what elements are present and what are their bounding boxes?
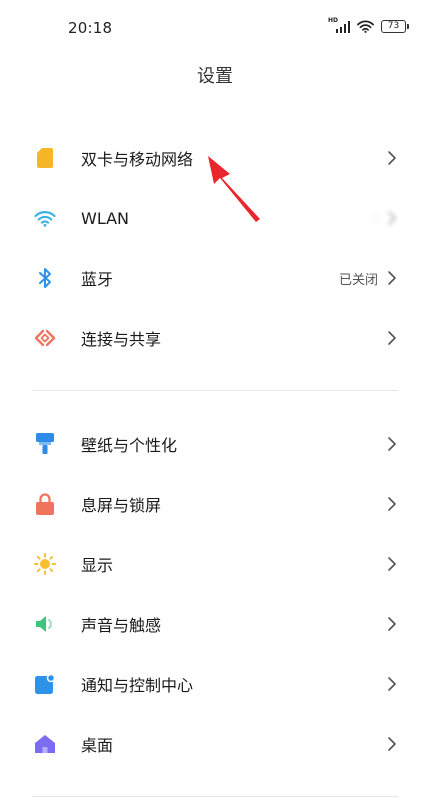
status-icons: HD 73 [328, 17, 409, 33]
lock-icon [34, 493, 56, 515]
settings-item-wallpaper[interactable]: 壁纸与个性化 [0, 414, 430, 474]
settings-item-label: 连接与共享 [81, 330, 162, 349]
wlan-network-name: · [373, 210, 378, 226]
settings-group-connectivity: 双卡与移动网络 WLAN · 蓝牙 已关闭 连接与共享 [0, 128, 430, 368]
speaker-icon [34, 613, 56, 635]
settings-item-wlan[interactable]: WLAN · [0, 188, 430, 248]
wifi-icon [34, 207, 56, 229]
settings-item-label: 声音与触感 [81, 616, 162, 635]
settings-item-label: WLAN [81, 208, 130, 228]
page-title: 设置 [197, 66, 233, 87]
chevron-right-icon [388, 151, 396, 165]
settings-item-label: 显示 [81, 556, 114, 575]
settings-item-bluetooth[interactable]: 蓝牙 已关闭 [0, 248, 430, 308]
sim-card-icon [34, 147, 56, 169]
settings-group-personalization: 壁纸与个性化 息屏与锁屏 显示 声音与触感 通知与控制中心 桌面 [0, 414, 430, 774]
notification-icon [34, 673, 56, 695]
chevron-right-icon [388, 271, 396, 285]
settings-item-label: 蓝牙 [81, 270, 114, 289]
bluetooth-icon [34, 267, 56, 289]
status-time: 20:18 [68, 19, 113, 37]
bluetooth-status: 已关闭 [338, 272, 378, 288]
section-divider [32, 796, 398, 797]
status-bar: 20:18 HD 73 [0, 0, 430, 54]
sun-icon [34, 553, 56, 575]
chevron-right-icon [388, 211, 396, 225]
chevron-right-icon [388, 437, 396, 451]
chevron-right-icon [388, 497, 396, 511]
battery-level: 73 [387, 20, 400, 31]
settings-item-display[interactable]: 显示 [0, 534, 430, 594]
chevron-right-icon [388, 557, 396, 571]
chevron-right-icon [388, 737, 396, 751]
wifi-status-icon [357, 20, 374, 33]
section-divider [32, 390, 398, 391]
settings-item-label: 桌面 [81, 736, 114, 755]
settings-item-dual-sim[interactable]: 双卡与移动网络 [0, 128, 430, 188]
settings-item-lock-screen[interactable]: 息屏与锁屏 [0, 474, 430, 534]
battery-icon: 73 [381, 19, 409, 33]
settings-item-connection-sharing[interactable]: 连接与共享 [0, 308, 430, 368]
settings-item-home-screen[interactable]: 桌面 [0, 714, 430, 774]
chevron-right-icon [388, 617, 396, 631]
connection-sharing-icon [34, 327, 56, 349]
paint-roller-icon [34, 433, 56, 455]
home-icon [34, 733, 56, 755]
settings-item-label: 壁纸与个性化 [81, 436, 178, 455]
settings-item-label: 双卡与移动网络 [81, 150, 194, 169]
settings-item-notifications[interactable]: 通知与控制中心 [0, 654, 430, 714]
settings-item-label: 息屏与锁屏 [81, 496, 162, 515]
chevron-right-icon [388, 331, 396, 345]
settings-item-label: 通知与控制中心 [81, 676, 194, 695]
settings-item-sound[interactable]: 声音与触感 [0, 594, 430, 654]
cellular-signal-icon: HD [328, 17, 350, 33]
chevron-right-icon [388, 677, 396, 691]
